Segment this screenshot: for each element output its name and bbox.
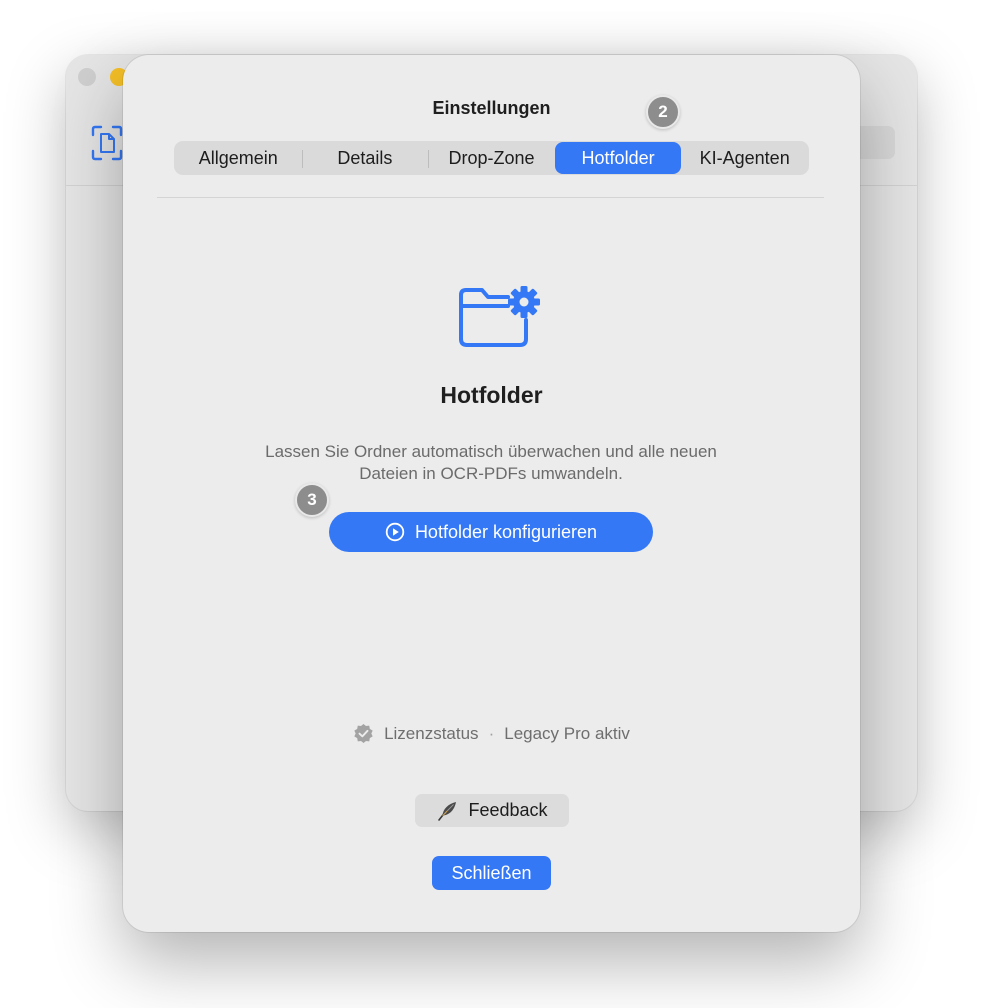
license-status: Lizenzstatus · Legacy Pro aktiv: [123, 723, 860, 744]
tab-ki-agenten[interactable]: KI-Agenten: [681, 142, 808, 174]
play-circle-icon: [385, 522, 405, 542]
window-close-button[interactable]: [78, 68, 96, 86]
settings-dialog: Einstellungen Allgemein Details Drop-Zon…: [123, 55, 860, 932]
document-scan-icon[interactable]: [90, 125, 124, 161]
license-separator: ·: [488, 723, 495, 743]
checkmark-seal-icon: [354, 723, 373, 744]
feather-icon: [438, 801, 457, 821]
feature-description: Lassen Sie Ordner automatisch überwachen…: [265, 442, 717, 483]
step-badge-3: 3: [295, 483, 329, 517]
feature-title: Hotfolder: [440, 382, 543, 408]
feedback-label: Feedback: [468, 800, 548, 820]
license-label: Lizenzstatus: [384, 723, 479, 743]
screen: en Einstellungen Allgemein Details Drop-…: [0, 0, 1000, 1008]
tab-drop-zone[interactable]: Drop-Zone: [428, 142, 555, 174]
configure-hotfolder-label: Hotfolder konfigurieren: [414, 521, 598, 542]
configure-hotfolder-button[interactable]: Hotfolder konfigurieren: [329, 512, 653, 552]
close-button[interactable]: Schließen: [432, 856, 551, 890]
license-value: Legacy Pro aktiv: [504, 723, 630, 743]
tab-details[interactable]: Details: [301, 142, 429, 174]
header-divider: [157, 197, 824, 198]
tab-allgemein[interactable]: Allgemein: [175, 142, 302, 174]
feedback-button[interactable]: Feedback: [415, 794, 569, 827]
step-badge-2: 2: [646, 95, 680, 129]
settings-tab-bar: Allgemein Details Drop-Zone Hotfolder KI…: [174, 141, 809, 175]
dialog-title: Einstellungen: [432, 98, 551, 118]
tab-hotfolder[interactable]: Hotfolder: [554, 142, 682, 174]
folder-gear-icon: [459, 286, 540, 347]
